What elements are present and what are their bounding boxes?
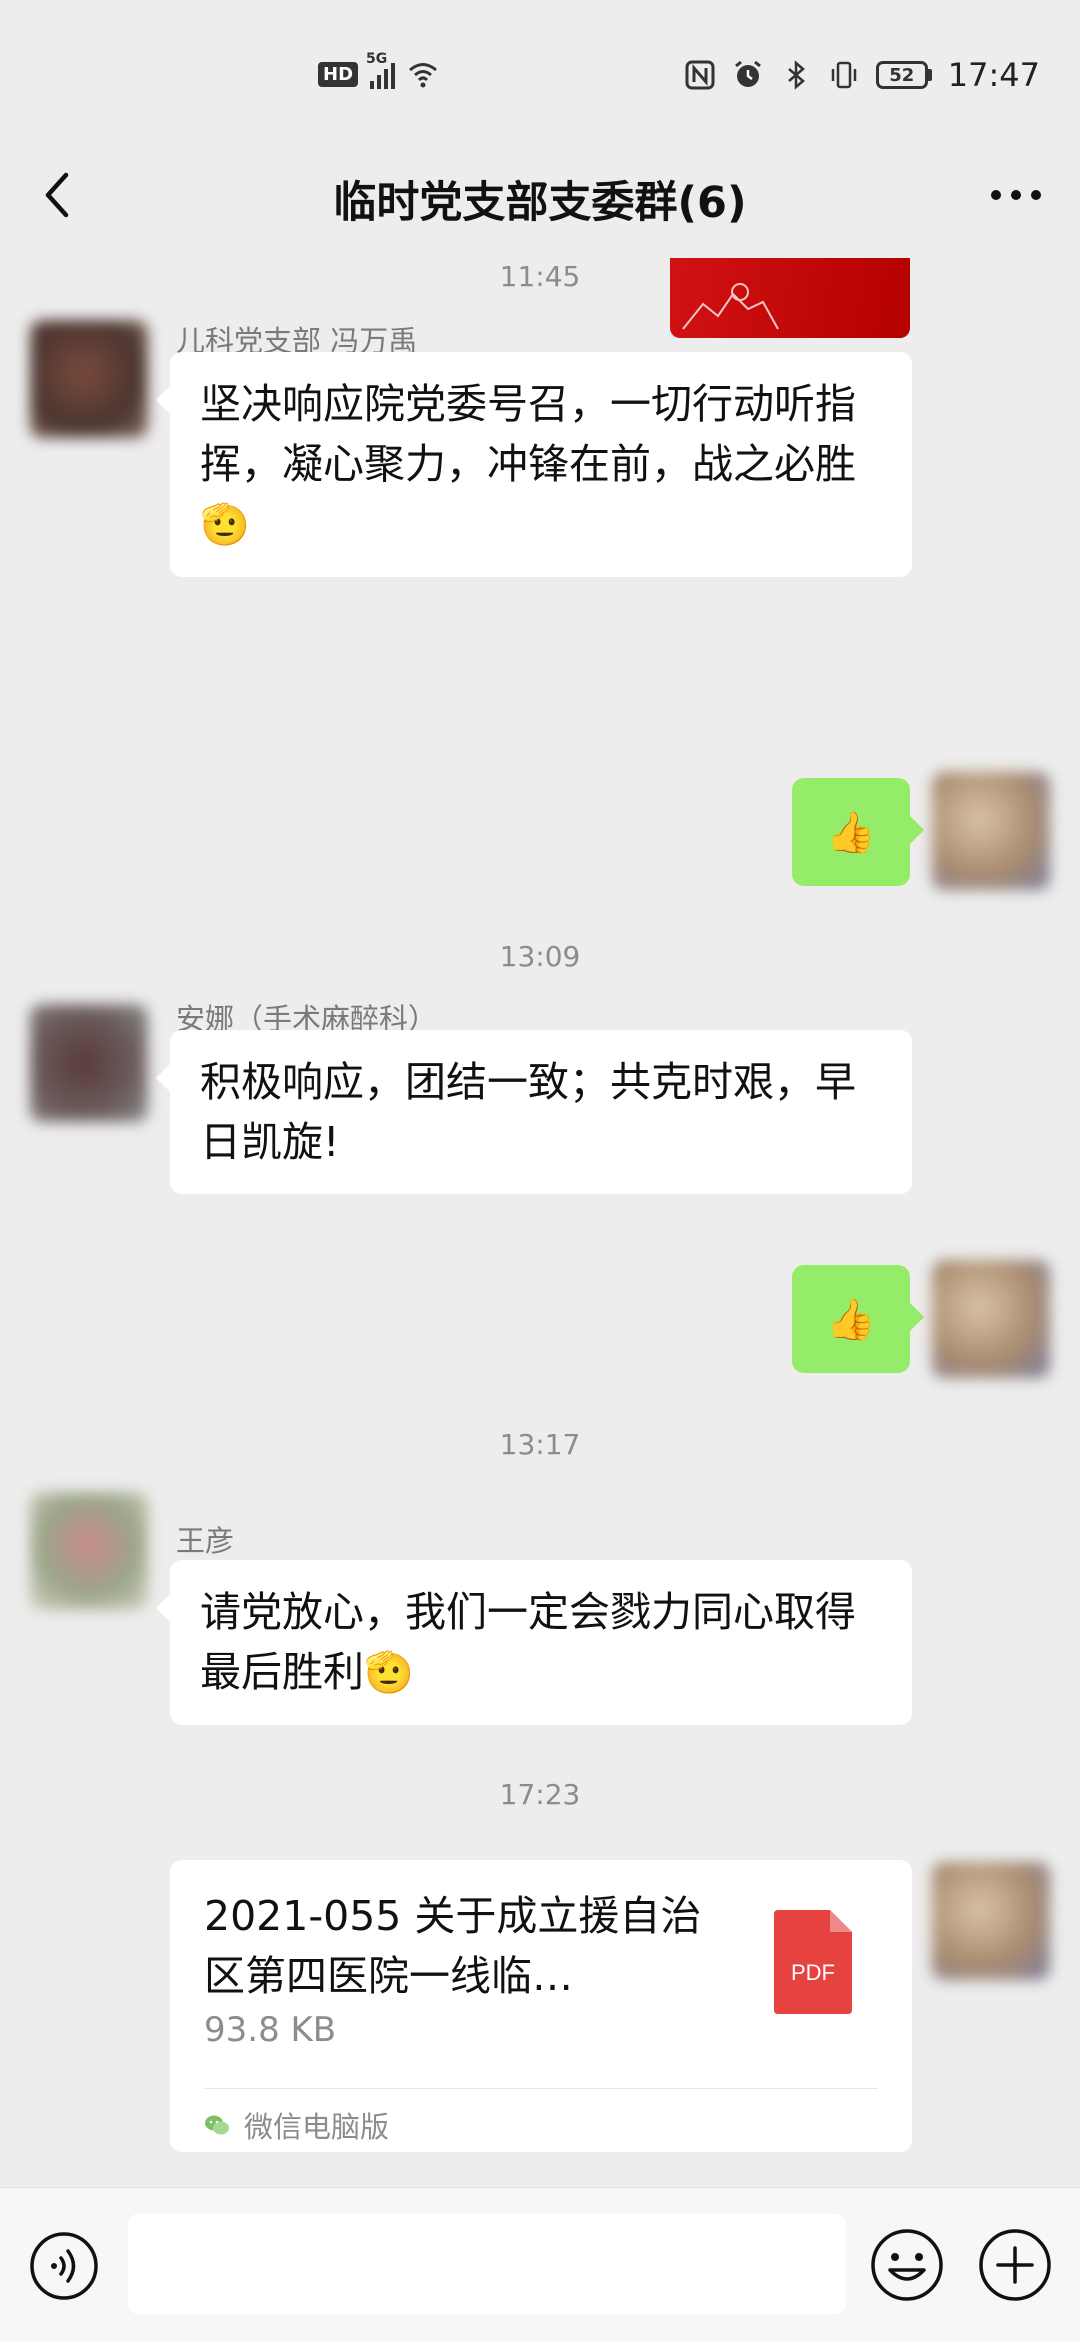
alarm-icon — [734, 60, 761, 87]
timestamp: 17:23 — [499, 1778, 581, 1811]
file-divider — [204, 2088, 878, 2089]
chat-area[interactable]: 11:45 儿科党支部 冯万禹 坚决响应院党委号召，一切行动听指挥，凝心聚力，冲… — [0, 240, 1080, 2187]
message-bubble[interactable]: 积极响应，团结一致；共克时艰，早日凯旋! — [156, 1030, 912, 1194]
pdf-file-icon: PDF — [774, 1910, 852, 2014]
network-label: 5G — [366, 51, 388, 67]
file-source-label: 微信电脑版 — [244, 2110, 390, 2144]
file-message-card[interactable]: 2021-055 关于成立援自治区第四医院一线临… 93.8 KB PDF 微信… — [170, 1860, 912, 2152]
message-bubble[interactable]: 请党放心，我们一定会戮力同心取得最后胜利🫡 — [156, 1560, 912, 1725]
signal-icon: 5G — [366, 51, 396, 89]
battery-level: 52 — [875, 61, 928, 89]
thumbs-up-emoji: 👍 — [826, 1296, 876, 1343]
file-name: 2021-055 关于成立援自治区第四医院一线临… — [204, 1892, 702, 2000]
battery-icon: 52 — [875, 61, 932, 89]
avatar[interactable] — [30, 320, 148, 438]
my-avatar[interactable] — [932, 1260, 1050, 1378]
wechat-icon — [205, 2115, 229, 2135]
thumbs-up-emoji: 👍 — [826, 809, 876, 856]
my-avatar[interactable] — [932, 1862, 1050, 1980]
message-input[interactable] — [128, 2214, 846, 2314]
more-options-icon[interactable] — [986, 168, 1046, 222]
message-text: 坚决响应院党委号召，一切行动听指挥，凝心聚力，冲锋在前，战之必胜 — [200, 380, 856, 488]
message-text: 积极响应，团结一致；共克时艰，早日凯旋! — [200, 1058, 856, 1166]
plus-icon[interactable] — [976, 2226, 1054, 2304]
avatar[interactable] — [30, 1004, 148, 1122]
pdf-label: PDF — [791, 1960, 835, 1985]
file-size: 93.8 KB — [204, 2010, 337, 2050]
timestamp: 13:17 — [499, 1428, 581, 1461]
saluting-face-emoji: 🫡 — [364, 1650, 414, 1696]
outgoing-bubble[interactable]: 👍 — [792, 1265, 924, 1373]
message-text: 请党放心，我们一定会戮力同心取得最后胜利 — [200, 1588, 856, 1696]
wifi-icon — [409, 63, 437, 88]
sender-name: 王彦 — [176, 1524, 235, 1558]
timestamp: 11:45 — [499, 260, 581, 293]
avatar[interactable] — [30, 1492, 148, 1610]
status-time: 17:47 — [947, 56, 1040, 94]
bluetooth-icon — [787, 60, 805, 90]
emoji-icon[interactable] — [868, 2226, 946, 2304]
vibrate-icon — [831, 61, 857, 89]
status-bar: HD 5G 52 17:47 — [0, 0, 1080, 150]
message-bubble[interactable]: 坚决响应院党委号召，一切行动听指挥，凝心聚力，冲锋在前，战之必胜 🫡 — [156, 352, 912, 577]
voice-input-icon[interactable] — [28, 2230, 100, 2302]
status-right: 52 17:47 — [684, 56, 1040, 94]
chat-title: 临时党支部支委群(6) — [333, 178, 747, 228]
saluting-face-emoji: 🫡 — [200, 502, 250, 548]
status-left: HD 5G — [318, 51, 439, 90]
file-source: 微信电脑版 — [204, 2104, 389, 2146]
chat-title-bar: 临时党支部支委群(6) — [0, 150, 1080, 240]
my-avatar[interactable] — [932, 772, 1050, 890]
hd-badge: HD — [318, 61, 359, 87]
outgoing-bubble[interactable]: 👍 — [792, 778, 924, 886]
nfc-icon — [685, 60, 715, 90]
timestamp: 13:09 — [499, 940, 581, 973]
input-bar — [0, 2187, 1080, 2341]
